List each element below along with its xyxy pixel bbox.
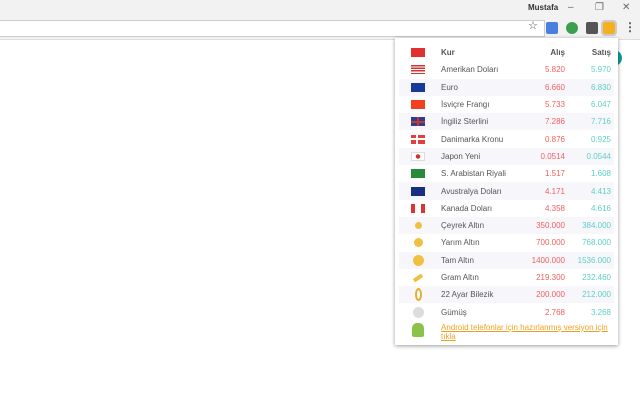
currency-name: Gram Altın — [441, 273, 479, 282]
currency-row: Gümüş 2.768 3.268 — [399, 303, 614, 320]
header-alis: Alış — [550, 48, 565, 58]
currency-row: Çeyrek Altın 350.000 384.000 — [399, 216, 614, 235]
currency-name: Çeyrek Altın — [441, 221, 485, 231]
eu-flag-icon — [411, 82, 425, 92]
android-icon — [412, 322, 424, 337]
buy-price: 7.286 — [544, 117, 565, 127]
currency-name: Amerikan Doları — [441, 65, 499, 75]
sell-price: 3.268 — [590, 307, 611, 317]
currency-name: İsviçre Frangı — [441, 100, 490, 110]
minimize-button[interactable]: – — [568, 2, 574, 13]
currency-row: İsviçre Frangı 5.733 6.047 — [399, 96, 614, 113]
buy-price: 700.000 — [536, 238, 565, 248]
currency-name: Gümüş — [441, 307, 467, 317]
currency-name: Euro — [441, 82, 458, 92]
sell-price: 0.925 — [590, 134, 611, 144]
currency-name: S. Arabistan Riyali — [441, 169, 506, 179]
currency-name: Yarım Altın — [441, 238, 480, 248]
bookmark-star-icon[interactable]: ☆ — [528, 19, 538, 32]
bracelet-icon — [414, 288, 422, 302]
gb-flag-icon — [411, 117, 425, 127]
buy-price: 4.358 — [544, 203, 565, 213]
au-flag-icon — [411, 186, 425, 196]
sell-price: 6.047 — [590, 100, 611, 110]
currency-name: Kanada Doları — [441, 203, 493, 213]
close-button[interactable]: ✕ — [622, 2, 630, 13]
header-satis: Satış — [591, 48, 611, 58]
sell-price: 4.413 — [590, 186, 611, 196]
sa-flag-icon — [411, 169, 425, 179]
currency-row: Euro 6.660 6.830 — [399, 78, 614, 96]
sell-price: 5.970 — [590, 65, 611, 75]
menu-icon[interactable]: ⋮ — [624, 20, 636, 34]
large-coin-icon — [412, 254, 424, 266]
currency-name: Japon Yeni — [441, 151, 481, 161]
currency-extension-icon[interactable] — [601, 20, 617, 36]
sell-price: 1.608 — [590, 169, 611, 179]
sell-price: 212.000 — [582, 290, 611, 300]
buy-price: 0.0514 — [540, 151, 565, 161]
title-bar: Mustafa – ❐ ✕ — [0, 0, 640, 18]
buy-price: 0.876 — [544, 134, 565, 144]
buy-price: 1400.000 — [531, 255, 565, 265]
table-header: Kur Alış Satış — [399, 44, 614, 61]
currency-name: Danimarka Kronu — [441, 134, 504, 144]
jp-flag-icon — [411, 151, 425, 161]
currency-row: Kanada Doları 4.358 4.616 — [399, 200, 614, 217]
buy-price: 1.517 — [544, 169, 565, 179]
header-kur: Kur — [441, 48, 455, 58]
currency-row: İngiliz Sterlini 7.286 7.716 — [399, 113, 614, 131]
currency-name: 22 Ayar Bilezik — [441, 290, 494, 300]
buy-price: 5.820 — [544, 65, 565, 75]
ca-flag-icon — [411, 203, 425, 213]
currency-row: Japon Yeni 0.0514 0.0544 — [399, 147, 614, 166]
currency-name: İngiliz Sterlini — [441, 117, 489, 127]
sell-price: 0.0544 — [586, 151, 611, 161]
currency-row: Amerikan Doları 5.820 5.970 — [399, 61, 614, 78]
android-row: Android telefonlar için hazırlanmış vers… — [399, 321, 614, 341]
buy-price: 200.000 — [536, 290, 565, 300]
small-coin-icon — [414, 222, 422, 230]
buy-price: 350.000 — [536, 221, 565, 231]
profile-name[interactable]: Mustafa — [528, 3, 558, 12]
dk-flag-icon — [411, 134, 425, 144]
sell-price: 768.000 — [582, 238, 611, 248]
browser-toolbar: ☆ ⋮ — [0, 18, 640, 40]
buy-price: 4.171 — [544, 186, 565, 196]
buy-price: 2.768 — [544, 307, 565, 317]
currency-row: Yarım Altın 700.000 768.000 — [399, 234, 614, 251]
currency-row: Gram Altın 219.300 232.460 — [399, 269, 614, 286]
buy-price: 219.300 — [536, 273, 565, 282]
shield-extension-icon[interactable] — [566, 22, 578, 34]
buy-price: 5.733 — [544, 100, 565, 110]
sell-price: 384.000 — [582, 221, 611, 231]
restore-button[interactable]: ❐ — [595, 2, 604, 13]
currency-row: S. Arabistan Riyali 1.517 1.608 — [399, 165, 614, 182]
currency-name: Avustralya Doları — [441, 186, 502, 196]
sell-price: 7.716 — [590, 117, 611, 127]
currency-row: Avustralya Doları 4.171 4.413 — [399, 182, 614, 200]
sell-price: 1536.000 — [577, 255, 611, 265]
sell-price: 232.460 — [582, 273, 611, 282]
silver-coin-icon — [412, 306, 424, 318]
sell-price: 6.830 — [590, 82, 611, 92]
us-flag-icon — [411, 65, 425, 75]
medium-coin-icon — [413, 238, 423, 248]
buy-price: 6.660 — [544, 82, 565, 92]
currency-popup: Kur Alış Satış Amerikan Doları 5.820 5.9… — [395, 38, 618, 345]
android-version-link[interactable]: Android telefonlar için hazırlanmış vers… — [437, 323, 614, 341]
currency-row: Danimarka Kronu 0.876 0.925 — [399, 130, 614, 147]
currency-row: 22 Ayar Bilezik 200.000 212.000 — [399, 286, 614, 304]
currency-name: Tam Altın — [441, 255, 474, 265]
translate-extension-icon[interactable] — [546, 22, 558, 34]
address-bar[interactable] — [0, 20, 545, 37]
extension-icon[interactable] — [586, 22, 598, 34]
ch-flag-icon — [411, 100, 425, 110]
gold-bar-icon — [412, 272, 424, 283]
tr-flag-icon — [411, 48, 425, 58]
sell-price: 4.616 — [590, 203, 611, 213]
currency-row: Tam Altın 1400.000 1536.000 — [399, 251, 614, 269]
